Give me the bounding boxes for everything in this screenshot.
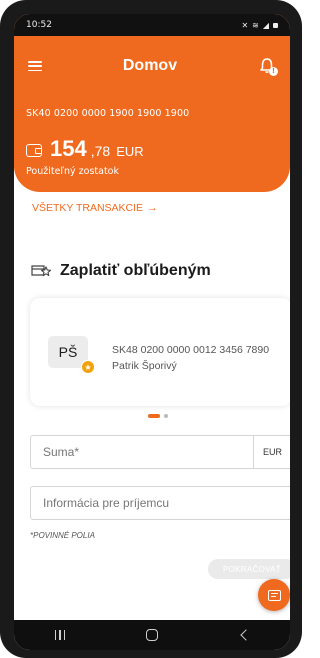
required-fields-note: *POVINNÉ POLIA bbox=[30, 531, 95, 540]
favorites-title: Zaplatiť obľúbeným bbox=[60, 262, 211, 279]
favorites-heading: Zaplatiť obľúbeným bbox=[30, 262, 211, 280]
balance-label: Použiteľný zostatok bbox=[26, 166, 119, 177]
page-title: Domov bbox=[122, 57, 178, 74]
status-bar: 10:52 ✕ ≋ ◢ bbox=[14, 14, 290, 36]
wifi-icon: ≋ bbox=[252, 20, 259, 30]
payee-name: Patrik Šporivý bbox=[112, 360, 177, 372]
wallet-icon bbox=[26, 144, 42, 157]
silent-icon: ✕ bbox=[241, 20, 249, 30]
star-icon: ★ bbox=[81, 360, 95, 374]
back-icon bbox=[240, 629, 252, 641]
app-header: Domov ! bbox=[14, 54, 290, 78]
amount-input[interactable] bbox=[31, 436, 253, 468]
receipt-icon bbox=[267, 589, 281, 601]
balance-currency: EUR bbox=[116, 144, 144, 159]
continue-button[interactable]: POKRAČOVAŤ bbox=[208, 559, 290, 579]
favorite-payment-icon bbox=[31, 265, 52, 277]
pager-dot-active[interactable] bbox=[148, 414, 160, 418]
arrow-right-icon: → bbox=[147, 202, 158, 214]
payee-iban: SK48 0200 0000 0012 3456 7890 bbox=[112, 344, 270, 356]
amount-field: EUR bbox=[30, 435, 290, 469]
home-icon bbox=[146, 629, 158, 641]
home-button[interactable] bbox=[132, 620, 172, 650]
app-screen: 10:52 ✕ ≋ ◢ Domov ! SK40 0200 0000 1900 … bbox=[14, 14, 290, 650]
balance-integer: 154 bbox=[50, 136, 87, 161]
notification-badge: ! bbox=[268, 67, 278, 76]
all-transactions-link[interactable]: VŠETKY TRANSAKCIE → bbox=[32, 202, 158, 214]
account-balance[interactable]: 154,78 EUR bbox=[26, 136, 144, 162]
all-transactions-label: VŠETKY TRANSAKCIE bbox=[32, 202, 144, 214]
hamburger-menu-icon[interactable] bbox=[28, 61, 42, 71]
avatar: PŠ ★ bbox=[48, 336, 95, 374]
recipient-info-field bbox=[30, 486, 290, 520]
pager-dot[interactable] bbox=[164, 414, 168, 418]
carousel-pager bbox=[148, 414, 168, 418]
status-time: 10:52 bbox=[26, 20, 52, 30]
bell-icon[interactable]: ! bbox=[258, 57, 278, 76]
status-icons: ✕ ≋ ◢ bbox=[241, 21, 278, 30]
receipt-fab-button[interactable] bbox=[258, 579, 290, 611]
avatar-initials: PŠ bbox=[58, 344, 78, 360]
balance-decimal: ,78 bbox=[90, 143, 111, 159]
favorite-payee-card[interactable]: PŠ ★ SK48 0200 0000 0012 3456 7890 Patri… bbox=[30, 298, 290, 406]
battery-icon bbox=[273, 22, 278, 28]
amount-currency: EUR bbox=[253, 436, 290, 468]
signal-icon: ◢ bbox=[262, 20, 269, 30]
account-iban: SK40 0200 0000 1900 1900 1900 bbox=[26, 108, 190, 119]
back-button[interactable] bbox=[224, 620, 264, 650]
phone-frame: 10:52 ✕ ≋ ◢ Domov ! SK40 0200 0000 1900 … bbox=[0, 0, 302, 658]
recipient-info-input[interactable] bbox=[31, 487, 290, 519]
recent-apps-icon bbox=[54, 630, 66, 640]
recent-apps-button[interactable] bbox=[40, 620, 80, 650]
system-nav-bar bbox=[14, 620, 290, 650]
